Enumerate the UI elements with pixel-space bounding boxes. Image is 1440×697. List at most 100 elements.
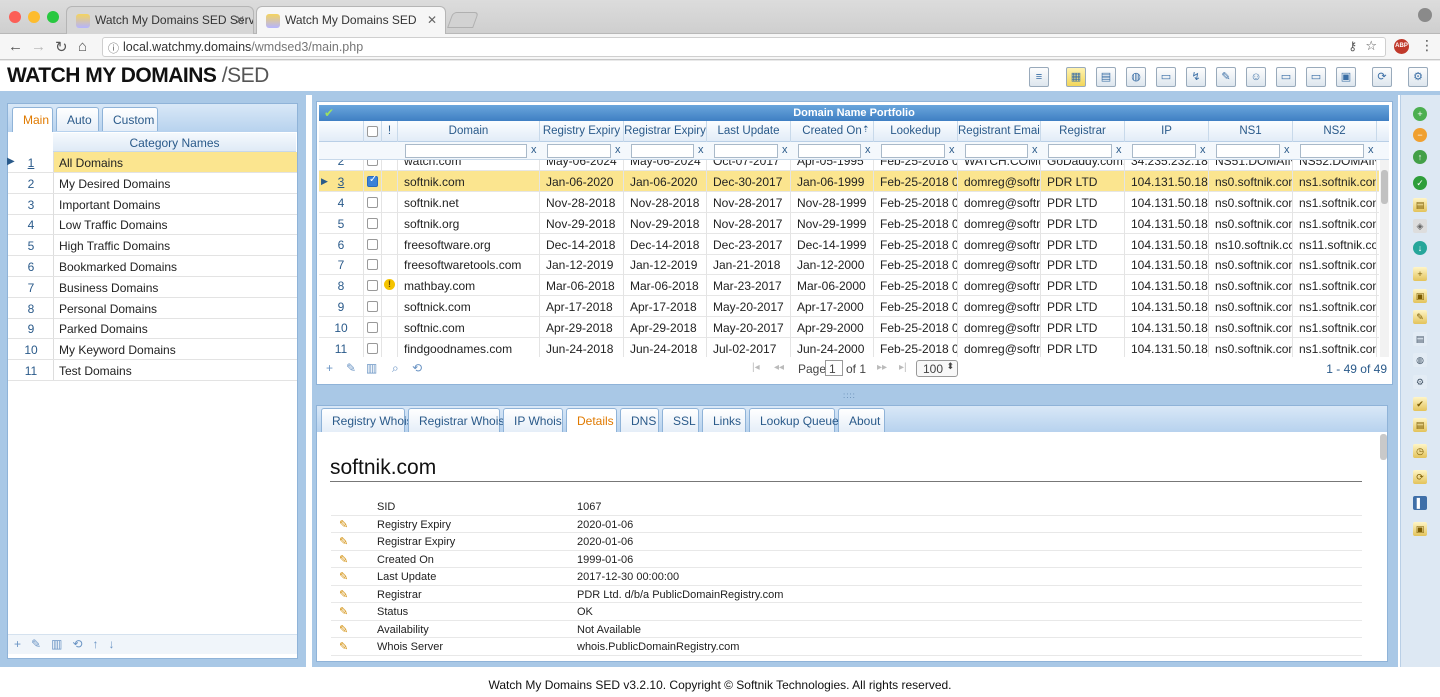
table-row[interactable]: 5 softnik.org Nov-29-2018 Nov-29-2018 Nov-28… [319, 212, 1379, 234]
tab-custom[interactable]: Custom [102, 107, 158, 131]
close-tab-icon[interactable]: ✕ [235, 13, 245, 27]
delete-row-icon[interactable]: ▥ [366, 361, 377, 375]
grid-scrollbar[interactable] [1380, 160, 1389, 357]
table-row[interactable]: 11 findgoodnames.com Jun-24-2018 Jun-24-201… [319, 337, 1379, 357]
book-icon[interactable]: ▌ [1413, 496, 1427, 510]
category-row[interactable]: 2 My Desired Domains [8, 172, 297, 194]
row-checkbox[interactable] [367, 301, 378, 313]
header-flag[interactable]: ! [382, 121, 398, 142]
first-page-icon[interactable]: |◂ [752, 362, 760, 373]
table-row[interactable]: 7 freesoftwaretools.com Jan-12-2019 Jan-12-… [319, 254, 1379, 276]
tab-registry-whois[interactable]: Registry Whois [321, 408, 413, 432]
clear-filter-icon[interactable]: x [782, 144, 788, 156]
category-column-header[interactable]: Category Names [53, 133, 296, 152]
last-page-icon[interactable]: ▸| [899, 362, 907, 373]
tab-auto[interactable]: Auto [56, 107, 99, 131]
move-down-icon[interactable]: ↓ [108, 637, 124, 651]
add-domain-icon[interactable]: + [1413, 107, 1427, 121]
monitor-icon[interactable]: ▭ [1156, 67, 1176, 87]
table-row[interactable]: 6 freesoftware.org Dec-14-2018 Dec-14-2018 D… [319, 233, 1379, 255]
sync-icon[interactable]: ⟳ [1372, 67, 1392, 87]
edit-row-icon[interactable]: ✎ [346, 361, 356, 375]
details-scrollbar[interactable] [1380, 434, 1387, 460]
note-icon[interactable]: ▤ [1413, 198, 1427, 212]
tab-dns[interactable]: DNS [620, 408, 659, 432]
close-window-button[interactable] [9, 11, 21, 23]
page-input[interactable]: 1 [825, 360, 843, 376]
refresh-icon[interactable]: ⟲ [412, 361, 422, 375]
edit-pencil-icon[interactable]: ✎ [339, 588, 351, 601]
bookmark-star-icon[interactable]: ☆ [1365, 38, 1377, 54]
filter-created-on-input[interactable] [798, 144, 861, 158]
url-field[interactable]: ⓘ local.watchmy.domains/wmdsed3/main.php… [102, 37, 1386, 57]
check-icon[interactable]: ✔ [324, 106, 334, 120]
lock-icon[interactable]: ▣ [1413, 522, 1427, 536]
table-row[interactable]: 10 softnic.com Apr-29-2018 Apr-29-2018 May-2… [319, 316, 1379, 338]
row-checkbox[interactable] [367, 196, 378, 208]
sort-asc-icon[interactable]: ⇡ [862, 124, 870, 135]
header-last-update[interactable]: Last Update [707, 121, 791, 142]
clear-filter-icon[interactable]: x [949, 144, 955, 156]
edit-pencil-icon[interactable]: ✎ [339, 623, 351, 636]
filter-registrar-expiry-input[interactable] [631, 144, 694, 158]
back-icon[interactable]: ← [8, 38, 23, 55]
page-icon[interactable]: ▤ [1413, 332, 1427, 346]
category-row[interactable]: 3 Important Domains [8, 193, 297, 215]
settings-icon[interactable]: ⚙ [1413, 375, 1427, 389]
table-row[interactable]: ▶3softnik.comJan-06-2020Jan-06-2020Dec-3… [319, 171, 1379, 192]
tab-about[interactable]: About [838, 408, 885, 432]
row-checkbox[interactable] [367, 238, 378, 250]
edit-pencil-icon[interactable]: ✎ [339, 570, 351, 583]
filter-lookedup-input[interactable] [881, 144, 945, 158]
header-ns1[interactable]: NS1 [1209, 121, 1293, 142]
home-icon[interactable]: ⌂ [78, 38, 87, 55]
approve-icon[interactable]: ✓ [1413, 176, 1427, 190]
row-checkbox[interactable] [367, 174, 378, 187]
refresh-icon[interactable]: ⟲ [72, 637, 92, 651]
select-all-checkbox[interactable] [367, 126, 378, 137]
header-lookedup[interactable]: Lookedup [874, 121, 958, 142]
category-row[interactable]: 8 Personal Domains [8, 297, 297, 319]
world-icon[interactable]: ◍ [1413, 353, 1427, 367]
filter-domain-input[interactable] [405, 144, 527, 158]
tab-details[interactable]: Details [566, 408, 617, 432]
folder-icon[interactable]: ▣ [1413, 289, 1427, 303]
display-icon[interactable]: ▭ [1306, 67, 1326, 87]
profile-icon[interactable] [1418, 8, 1432, 22]
header-registrar[interactable]: Registrar [1041, 121, 1125, 142]
add-to-category-icon[interactable]: + [1413, 267, 1427, 281]
screen-icon[interactable]: ▭ [1276, 67, 1296, 87]
window-icon[interactable]: ▣ [1336, 67, 1356, 87]
row-checkbox[interactable] [367, 280, 378, 292]
clear-filter-icon[interactable]: x [531, 144, 537, 156]
tab-main[interactable]: Main [12, 107, 53, 132]
clear-filter-icon[interactable]: x [615, 144, 621, 156]
checklist-icon[interactable]: ▤ [1413, 418, 1427, 432]
row-checkbox[interactable] [367, 259, 378, 271]
clock-icon[interactable]: ◷ [1413, 444, 1427, 458]
download-icon[interactable]: ↓ [1413, 241, 1427, 255]
zoom-window-button[interactable] [47, 11, 59, 23]
clear-filter-icon[interactable]: x [865, 144, 871, 156]
filter-ns1-input[interactable] [1216, 144, 1280, 158]
row-checkbox[interactable] [367, 160, 378, 166]
add-row-icon[interactable]: + [326, 361, 333, 375]
user-icon[interactable]: ☺ [1246, 67, 1266, 87]
edit-pencil-icon[interactable]: ✎ [339, 605, 351, 618]
category-row[interactable]: ▶ 1 All Domains [7, 152, 297, 173]
header-ns2[interactable]: NS2 [1293, 121, 1377, 142]
row-checkbox[interactable] [367, 217, 378, 229]
key-icon[interactable]: ⚷ [1348, 39, 1357, 53]
category-row[interactable]: 10 My Keyword Domains [8, 339, 297, 361]
clear-filter-icon[interactable]: x [698, 144, 704, 156]
tab-links[interactable]: Links [702, 408, 746, 432]
table-row[interactable]: 9 softnick.com Apr-17-2018 Apr-17-2018 May-2… [319, 296, 1379, 318]
add-icon[interactable]: + [14, 637, 31, 651]
table-row[interactable]: 4 softnik.net Nov-28-2018 Nov-28-2018 Nov-28… [319, 191, 1379, 213]
check-list-icon[interactable]: ✔ [1413, 397, 1427, 411]
header-registry-expiry[interactable]: Registry Expiry [540, 121, 624, 142]
edit-pencil-icon[interactable]: ✎ [339, 535, 351, 548]
panel-splitter[interactable]: :::: [312, 391, 1398, 400]
filter-last-update-input[interactable] [714, 144, 778, 158]
chart-icon[interactable]: ↯ [1186, 67, 1206, 87]
